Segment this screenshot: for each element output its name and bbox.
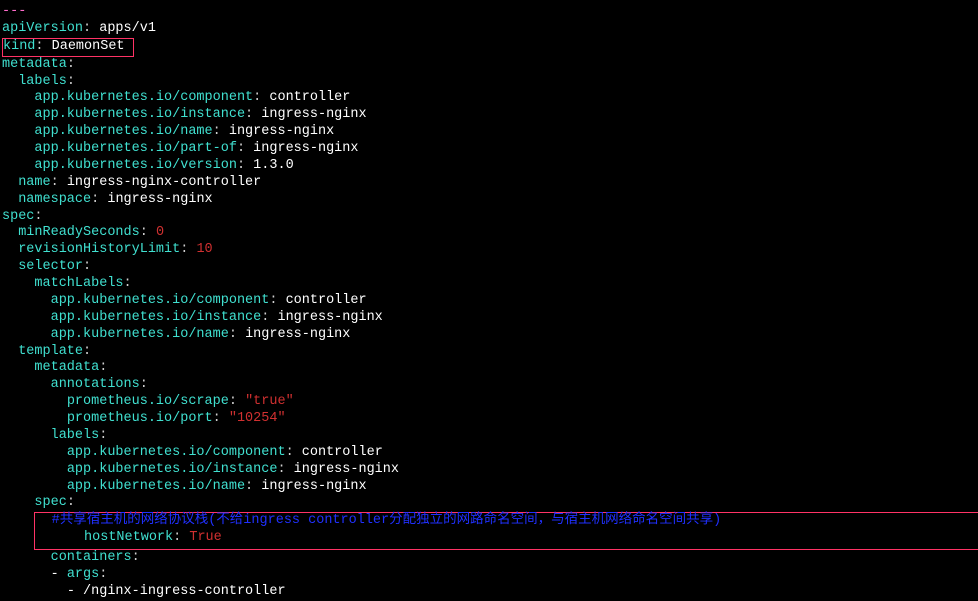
key-partof: app.kubernetes.io/part-of — [34, 141, 237, 156]
highlight-box-kind: kind: DaemonSet — [2, 38, 134, 57]
val-component: controller — [269, 90, 350, 105]
colon: : — [140, 225, 148, 240]
key-matchlabels: matchLabels — [34, 276, 123, 291]
val-name: ingress-nginx — [229, 124, 334, 139]
key-prom-port: prometheus.io/port — [67, 411, 213, 426]
key-tpl-labels: labels — [51, 428, 100, 443]
colon: : — [237, 158, 245, 173]
colon: : — [99, 567, 107, 582]
key-hostnetwork: hostNetwork — [84, 530, 173, 545]
key-sel-name: app.kubernetes.io/name — [51, 327, 229, 342]
val-tpl-component: controller — [302, 445, 383, 460]
val-minready: 0 — [156, 225, 164, 240]
val-args0: /nginx-ingress-controller — [83, 584, 286, 599]
val-apiversion: apps/v1 — [99, 21, 156, 36]
dash: - — [67, 584, 75, 599]
colon: : — [35, 39, 43, 54]
key-containers: containers — [51, 550, 132, 565]
key-metadata: metadata — [2, 57, 67, 72]
val-sel-instance: ingress-nginx — [277, 310, 382, 325]
key-template: template — [18, 344, 83, 359]
key-tpl-name: app.kubernetes.io/name — [67, 479, 245, 494]
val-partof: ingress-nginx — [253, 141, 358, 156]
colon: : — [173, 530, 181, 545]
val-revhist: 10 — [196, 242, 212, 257]
key-apiversion: apiVersion — [2, 21, 83, 36]
colon: : — [34, 209, 42, 224]
key-labels: labels — [18, 74, 67, 89]
colon: : — [132, 550, 140, 565]
key-name: app.kubernetes.io/name — [34, 124, 212, 139]
colon: : — [245, 479, 253, 494]
colon: : — [67, 57, 75, 72]
key-spec: spec — [2, 209, 34, 224]
comment-hostnetwork: #共享宿主机的网络协议栈(不给ingress controller分配独立的网路… — [52, 513, 722, 528]
key-namespace: namespace — [18, 192, 91, 207]
colon: : — [213, 411, 221, 426]
key-kind: kind — [3, 39, 35, 54]
key-version: app.kubernetes.io/version — [34, 158, 237, 173]
key-component: app.kubernetes.io/component — [34, 90, 253, 105]
highlight-box-hostnetwork: #共享宿主机的网络协议栈(不给ingress controller分配独立的网路… — [34, 512, 978, 550]
key-sel-component: app.kubernetes.io/component — [51, 293, 270, 308]
colon: : — [253, 90, 261, 105]
key-revhist: revisionHistoryLimit — [18, 242, 180, 257]
colon: : — [83, 344, 91, 359]
colon: : — [286, 445, 294, 460]
val-sel-name: ingress-nginx — [245, 327, 350, 342]
colon: : — [269, 293, 277, 308]
key-args: args — [67, 567, 99, 582]
val-hostnetwork: True — [189, 530, 221, 545]
colon: : — [51, 175, 59, 190]
colon: : — [99, 428, 107, 443]
colon: : — [245, 107, 253, 122]
colon: : — [124, 276, 132, 291]
key-tpl-instance: app.kubernetes.io/instance — [67, 462, 278, 477]
colon: : — [213, 124, 221, 139]
colon: : — [91, 192, 99, 207]
val-metaname: ingress-nginx-controller — [67, 175, 261, 190]
val-tpl-instance: ingress-nginx — [294, 462, 399, 477]
colon: : — [261, 310, 269, 325]
val-version: 1.3.0 — [253, 158, 294, 173]
key-tpl-metadata: metadata — [34, 360, 99, 375]
val-prom-scrape: "true" — [245, 394, 294, 409]
val-prom-port: "10254" — [229, 411, 286, 426]
key-minready: minReadySeconds — [18, 225, 140, 240]
colon: : — [83, 21, 91, 36]
key-selector: selector — [18, 259, 83, 274]
dash: - — [51, 567, 59, 582]
colon: : — [83, 259, 91, 274]
key-metaname: name — [18, 175, 50, 190]
val-namespace: ingress-nginx — [107, 192, 212, 207]
colon: : — [229, 327, 237, 342]
key-prom-scrape: prometheus.io/scrape — [67, 394, 229, 409]
val-kind: DaemonSet — [52, 39, 125, 54]
key-sel-instance: app.kubernetes.io/instance — [51, 310, 262, 325]
colon: : — [180, 242, 188, 257]
colon: : — [67, 495, 75, 510]
val-sel-component: controller — [286, 293, 367, 308]
val-instance: ingress-nginx — [261, 107, 366, 122]
colon: : — [277, 462, 285, 477]
colon: : — [67, 74, 75, 89]
colon: : — [99, 360, 107, 375]
colon: : — [229, 394, 237, 409]
colon: : — [237, 141, 245, 156]
key-tpl-spec: spec — [34, 495, 66, 510]
key-annotations: annotations — [51, 377, 140, 392]
key-instance: app.kubernetes.io/instance — [34, 107, 245, 122]
colon: : — [140, 377, 148, 392]
key-tpl-component: app.kubernetes.io/component — [67, 445, 286, 460]
yaml-divider: --- — [2, 4, 26, 19]
val-tpl-name: ingress-nginx — [261, 479, 366, 494]
